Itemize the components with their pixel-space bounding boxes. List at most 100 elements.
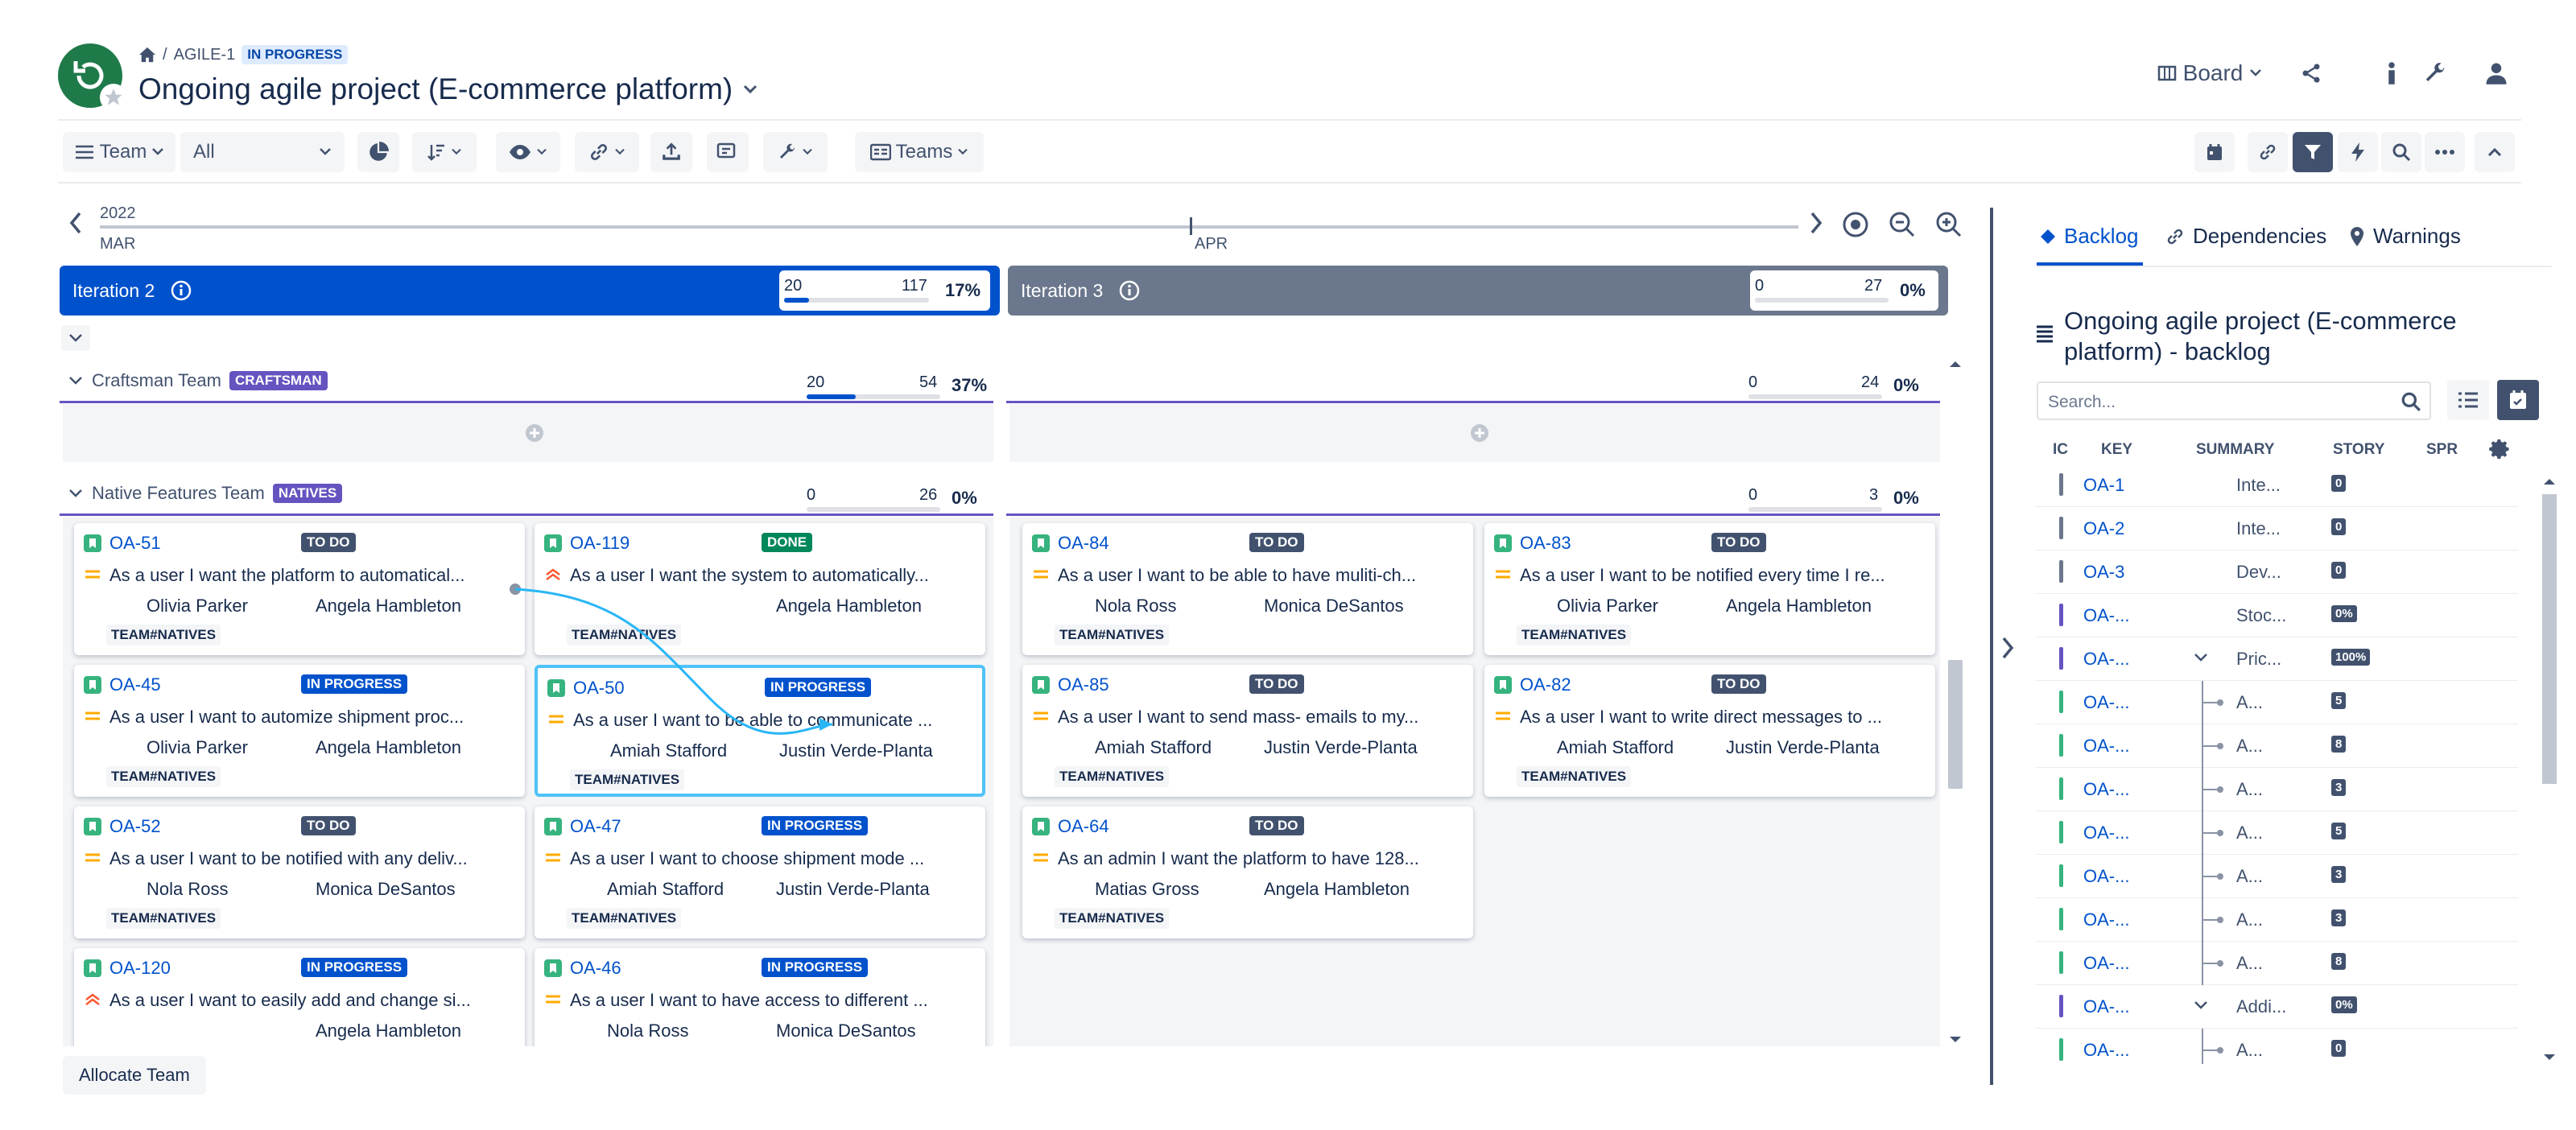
calendar-view-button[interactable] [2497,380,2539,420]
backlog-row[interactable]: OA-... A... 8 [2035,942,2518,985]
backlog-row[interactable]: OA-... A... 3 [2035,768,2518,811]
allocate-team-button[interactable]: Allocate Team [63,1056,206,1095]
backlog-row[interactable]: OA-2 Inte... 0 [2035,507,2518,551]
backlog-key[interactable]: OA-... [2083,779,2129,800]
backlog-row[interactable]: OA-... A... 8 [2035,724,2518,768]
issue-card[interactable]: OA-64 TO DO As an admin I want the platfor… [1022,806,1473,938]
backlog-row[interactable]: OA-... A... 0 [2035,1029,2518,1064]
backlog-key[interactable]: OA-1 [2083,475,2124,496]
iteration-3-header[interactable]: Iteration 3 0 27 0% [1008,266,1948,315]
backlog-key[interactable]: OA-... [2083,953,2129,974]
chevron-down-icon[interactable] [2193,1000,2209,1011]
issue-key[interactable]: OA-52 [109,816,161,837]
issue-card[interactable]: OA-85 TO DO As a user I want to send mass-… [1022,665,1473,797]
board-scrollbar[interactable] [1943,354,1967,1054]
backlog-row[interactable]: OA-... A... 3 [2035,898,2518,942]
timeline-track[interactable] [100,225,1798,229]
backlog-key[interactable]: OA-... [2083,736,2129,757]
profile-button[interactable] [2476,53,2516,93]
scrollbar-thumb[interactable] [1948,660,1963,789]
backlog-row[interactable]: OA-... A... 3 [2035,855,2518,898]
backlog-row[interactable]: OA-... A... 5 [2035,811,2518,855]
backlog-row[interactable]: OA-3 Dev... 0 [2035,551,2518,594]
add-issue-button[interactable] [1470,423,1489,443]
issue-key[interactable]: OA-47 [570,816,621,837]
notes-button[interactable] [707,132,749,172]
issue-key[interactable]: OA-46 [570,958,621,979]
backlog-key[interactable]: OA-2 [2083,518,2124,539]
tools-button[interactable] [763,132,828,172]
backlog-row[interactable]: OA-1 Inte... 0 [2035,464,2518,507]
filter-select[interactable]: All [180,132,345,172]
issue-card[interactable]: OA-84 TO DO As a user I want to be able to… [1022,523,1473,655]
collapse-all-button[interactable] [61,325,90,351]
issue-key[interactable]: OA-84 [1058,533,1109,554]
dependency-link-button[interactable] [2248,132,2288,172]
backlog-row[interactable]: OA-... Stoc... 0% [2035,594,2518,637]
column-header-icon[interactable]: IC [2053,441,2068,459]
issue-card[interactable]: OA-120 IN PROGRESS As a user I want to eas… [74,948,525,1046]
issue-card[interactable]: OA-83 TO DO As a user I want to be notifie… [1484,523,1935,655]
issue-key[interactable]: OA-64 [1058,816,1109,837]
view-options-button[interactable] [496,132,560,172]
backlog-key[interactable]: OA-... [2083,866,2129,887]
scrollbar-thumb[interactable] [2542,494,2557,784]
board-view-button[interactable]: Board [2149,53,2270,93]
star-icon[interactable] [100,84,127,111]
search-button[interactable] [2381,132,2421,172]
issue-key[interactable]: OA-82 [1520,674,1571,695]
tab-dependencies[interactable]: Dependencies [2165,224,2326,249]
pie-chart-button[interactable] [357,132,399,172]
issue-key[interactable]: OA-120 [109,958,171,979]
timeline-prev-button[interactable] [68,211,84,235]
issue-card[interactable]: OA-46 IN PROGRESS As a user I want to have… [535,948,985,1046]
timeline-next-button[interactable] [1808,211,1824,235]
column-header-sprint[interactable]: SPR [2426,441,2458,459]
links-button[interactable] [575,132,639,172]
backlog-key[interactable]: OA-... [2083,823,2129,843]
panel-divider[interactable] [1990,208,1993,1085]
backlog-row[interactable]: OA-... Addi... 0% [2035,985,2518,1029]
column-header-summary[interactable]: SUMMARY [2196,441,2274,459]
backlog-row[interactable]: OA-... A... 5 [2035,681,2518,724]
iteration-2-header[interactable]: Iteration 2 20 117 17% [60,266,1000,315]
issue-card[interactable]: OA-47 IN PROGRESS As a user I want to choo… [535,806,985,938]
tab-warnings[interactable]: Warnings [2349,224,2461,249]
backlog-key[interactable]: OA-3 [2083,562,2124,583]
backlog-key[interactable]: OA-... [2083,605,2129,626]
column-header-story[interactable]: STORY [2333,441,2384,459]
backlog-key[interactable]: OA-... [2083,692,2129,713]
settings-button[interactable] [2415,53,2455,93]
tab-backlog[interactable]: Backlog [2040,224,2139,249]
issue-card[interactable]: OA-52 TO DO As a user I want to be notifie… [74,806,525,938]
info-icon[interactable] [171,280,192,301]
export-button[interactable] [650,132,692,172]
backlog-key[interactable]: OA-... [2083,1040,2129,1061]
calendar-button[interactable] [2194,132,2235,172]
backlog-key[interactable]: OA-... [2083,649,2129,670]
list-view-button[interactable] [2447,380,2489,420]
column-header-key[interactable]: KEY [2101,441,2132,459]
quick-action-button[interactable] [2338,132,2378,172]
teams-button[interactable]: Teams [855,132,984,172]
issue-card[interactable]: OA-82 TO DO As a user I want to write dire… [1484,665,1935,797]
more-button[interactable] [2425,132,2465,172]
backlog-key[interactable]: OA-... [2083,909,2129,930]
backlog-search-input[interactable]: Search... [2037,381,2431,420]
info-icon[interactable] [1119,280,1140,301]
backlog-scrollbar[interactable] [2537,473,2562,1069]
backlog-key[interactable]: OA-... [2083,996,2129,1017]
home-icon[interactable] [138,47,156,63]
breadcrumb-key[interactable]: AGILE-1 [174,46,236,64]
info-button[interactable] [2372,53,2412,93]
chevron-down-icon[interactable] [2193,652,2209,663]
collapse-header-button[interactable] [2475,132,2515,172]
share-button[interactable] [2291,53,2331,93]
focus-today-button[interactable] [1842,211,1869,238]
team-grouping-button[interactable]: Team [63,132,175,172]
sort-button[interactable] [412,132,477,172]
zoom-in-button[interactable] [1935,211,1963,238]
gear-icon[interactable] [2489,438,2512,460]
filter-button[interactable] [2293,132,2333,172]
backlog-row[interactable]: OA-... Pric... 100% [2035,637,2518,681]
